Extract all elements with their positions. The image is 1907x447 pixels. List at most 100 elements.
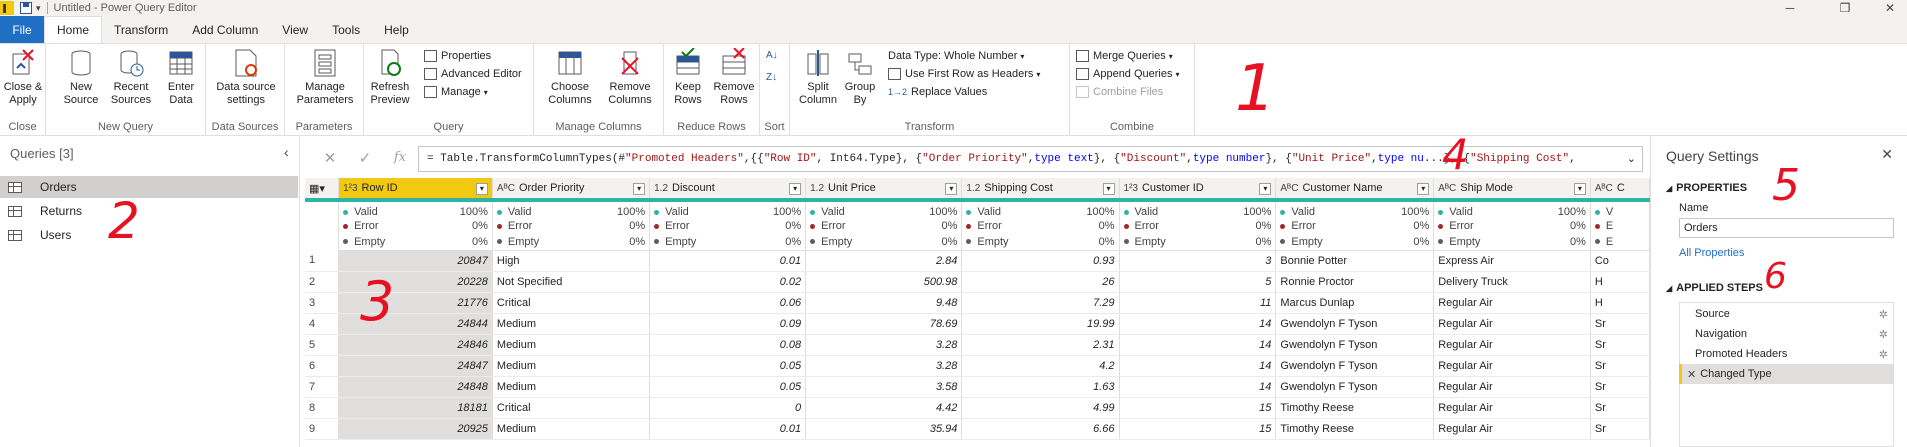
table-cell[interactable]: Regular Air	[1433, 418, 1591, 440]
keep-rows-button[interactable]: Keep Rows	[668, 47, 708, 107]
table-row[interactable]: 5 24846 Medium 0.08 3.28 2.31 14 Gwendolyn F Ty…	[305, 334, 1650, 356]
table-cell[interactable]: 19.99	[961, 313, 1120, 335]
column-filter-icon[interactable]: ▾	[945, 182, 958, 195]
table-cell[interactable]: 1.63	[961, 376, 1120, 398]
column-filter-icon[interactable]: ▾	[633, 182, 646, 195]
table-cell[interactable]: Sr	[1590, 418, 1650, 440]
table-cell[interactable]: 0.02	[649, 271, 807, 293]
table-cell[interactable]: Co	[1590, 249, 1650, 272]
table-cell[interactable]: 78.69	[805, 313, 963, 335]
table-cell[interactable]: Critical	[492, 292, 651, 314]
table-cell[interactable]: 26	[961, 271, 1120, 293]
column-header[interactable]: 1.2 Unit Price ▾	[805, 178, 963, 202]
data-type-dropdown[interactable]: Data Type: Whole Number ▾	[888, 50, 1024, 62]
collapse-pane-icon[interactable]: ‹	[284, 144, 289, 160]
table-cell[interactable]: 7.29	[961, 292, 1120, 314]
table-cell[interactable]: Regular Air	[1433, 313, 1591, 335]
table-cell[interactable]: 0.08	[649, 334, 807, 356]
table-cell[interactable]: Regular Air	[1433, 376, 1591, 398]
tab-tools[interactable]: Tools	[320, 17, 372, 43]
step-changed-type[interactable]: ✕ Changed Type	[1679, 364, 1894, 384]
table-cell[interactable]: Sr	[1590, 313, 1650, 335]
table-cell[interactable]: 14	[1119, 355, 1277, 377]
table-cell[interactable]: 35.94	[805, 418, 963, 440]
merge-queries-button[interactable]: Merge Queries ▾	[1076, 50, 1173, 62]
table-cell[interactable]: Gwendolyn F Tyson	[1275, 355, 1435, 377]
tab-add-column[interactable]: Add Column	[180, 17, 270, 43]
tab-view[interactable]: View	[270, 17, 320, 43]
column-filter-icon[interactable]: ▾	[1573, 182, 1586, 195]
table-cell[interactable]: 14	[1119, 334, 1277, 356]
table-cell[interactable]: Sr	[1590, 397, 1650, 419]
column-filter-icon[interactable]: ▾	[1417, 182, 1430, 195]
table-row[interactable]: 9 20925 Medium 0.01 35.94 6.66 15 Timothy Reese…	[305, 418, 1650, 440]
enter-data-button[interactable]: Enter Data	[161, 48, 201, 107]
table-cell[interactable]: Timothy Reese	[1275, 397, 1435, 419]
table-cell[interactable]: Regular Air	[1433, 355, 1591, 377]
column-filter-icon[interactable]: ▾	[1259, 182, 1272, 195]
table-cell[interactable]: 5	[1119, 271, 1277, 293]
collapse-triangle-icon[interactable]: ◢	[1666, 184, 1672, 193]
table-menu-icon[interactable]: ▦▾	[305, 178, 340, 202]
advanced-editor-button[interactable]: Advanced Editor	[424, 68, 522, 80]
table-cell[interactable]: Regular Air	[1433, 292, 1591, 314]
column-filter-icon[interactable]: ▾	[789, 182, 802, 195]
sort-descending-icon[interactable]: Z↓	[766, 72, 777, 83]
table-row[interactable]: 4 24844 Medium 0.09 78.69 19.99 14 Gwendolyn F …	[305, 313, 1650, 335]
table-cell[interactable]: Regular Air	[1433, 334, 1591, 356]
table-cell[interactable]: 24846	[338, 334, 493, 356]
step-navigation[interactable]: Navigation ✲	[1679, 324, 1894, 344]
column-header[interactable]: 1.2 Discount ▾	[649, 178, 807, 202]
tab-transform[interactable]: Transform	[102, 17, 180, 43]
table-cell[interactable]: Express Air	[1433, 249, 1591, 272]
append-queries-button[interactable]: Append Queries ▾	[1076, 68, 1180, 80]
table-cell[interactable]: 4.42	[805, 397, 963, 419]
all-properties-link[interactable]: All Properties	[1679, 247, 1744, 259]
split-column-button[interactable]: Split Column	[798, 48, 838, 107]
table-cell[interactable]: 20847	[338, 249, 493, 272]
table-cell[interactable]: H	[1590, 271, 1650, 293]
new-source-button[interactable]: New Source	[61, 48, 101, 107]
query-item-orders[interactable]: Orders	[0, 176, 298, 198]
table-cell[interactable]: 14	[1119, 313, 1277, 335]
table-cell[interactable]: Sr	[1590, 334, 1650, 356]
table-cell[interactable]: 6.66	[961, 418, 1120, 440]
column-header[interactable]: AᴮC Customer Name ▾	[1275, 178, 1435, 202]
recent-sources-button[interactable]: Recent Sources	[108, 48, 154, 107]
table-cell[interactable]: Sr	[1590, 376, 1650, 398]
tab-home[interactable]: Home	[44, 16, 103, 43]
close-pane-icon[interactable]: ✕	[1881, 146, 1893, 163]
table-cell[interactable]: 4.99	[961, 397, 1120, 419]
quick-access-dropdown-icon[interactable]: ▾	[36, 3, 41, 14]
table-cell[interactable]: Bonnie Potter	[1275, 249, 1435, 272]
column-header[interactable]: AᴮC Ship Mode ▾	[1433, 178, 1591, 202]
replace-values-button[interactable]: 1→2 Replace Values	[888, 86, 987, 98]
choose-columns-button[interactable]: Choose Columns	[542, 48, 598, 107]
table-row[interactable]: 7 24848 Medium 0.05 3.58 1.63 14 Gwendolyn F Ty…	[305, 376, 1650, 398]
table-cell[interactable]: Gwendolyn F Tyson	[1275, 376, 1435, 398]
tab-help[interactable]: Help	[372, 17, 421, 43]
table-cell[interactable]: 0.93	[961, 249, 1120, 272]
table-cell[interactable]: Medium	[492, 418, 651, 440]
table-cell[interactable]: 9.48	[805, 292, 963, 314]
table-cell[interactable]: Medium	[492, 313, 651, 335]
table-cell[interactable]: 3.28	[805, 355, 963, 377]
table-row[interactable]: 6 24847 Medium 0.05 3.28 4.2 14 Gwendolyn F Tys…	[305, 355, 1650, 377]
column-header[interactable]: 1²3 Row ID ▾	[338, 178, 493, 202]
column-header[interactable]: 1²3 Customer ID ▾	[1119, 178, 1277, 202]
table-cell[interactable]: 3	[1119, 249, 1277, 272]
refresh-preview-button[interactable]: Refresh Preview	[368, 48, 412, 107]
column-filter-icon[interactable]: ▾	[475, 182, 488, 195]
table-cell[interactable]: 0.09	[649, 313, 807, 335]
table-cell[interactable]: 0.01	[649, 418, 807, 440]
table-cell[interactable]: 4.2	[961, 355, 1120, 377]
table-cell[interactable]: High	[492, 249, 651, 272]
table-cell[interactable]: 500.98	[805, 271, 963, 293]
table-cell[interactable]: 15	[1119, 397, 1277, 419]
table-cell[interactable]: Ronnie Proctor	[1275, 271, 1435, 293]
table-row[interactable]: 1 20847 High 0.01 2.84 0.93 3 Bonnie Potter Expr…	[305, 249, 1650, 272]
manage-parameters-button[interactable]: Manage Parameters	[291, 48, 359, 107]
table-cell[interactable]: Not Specified	[492, 271, 651, 293]
data-source-settings-button[interactable]: Data source settings	[212, 48, 280, 107]
table-cell[interactable]: 0.05	[649, 355, 807, 377]
